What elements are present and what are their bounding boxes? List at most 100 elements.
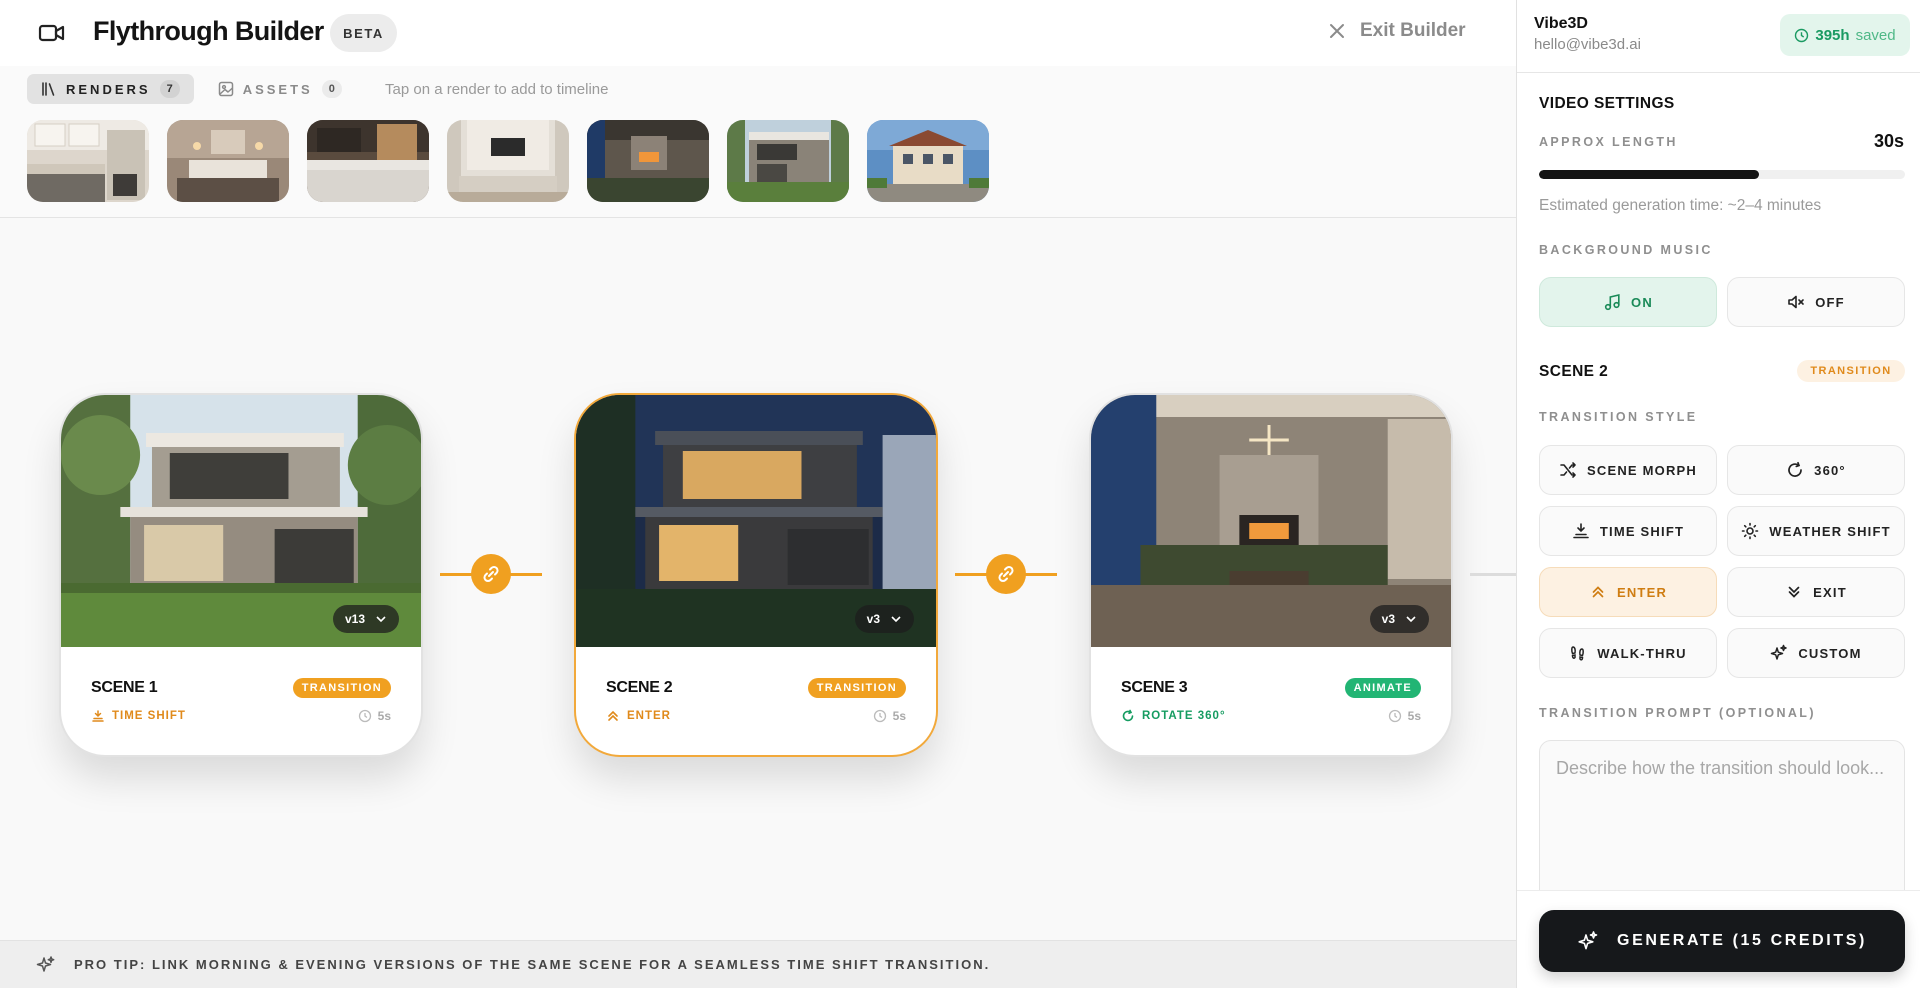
- approx-length-label: APPROX LENGTH: [1539, 135, 1678, 149]
- shuffle-icon: [1560, 462, 1576, 478]
- tab-renders-label: RENDERS: [66, 81, 151, 97]
- chevron-down-icon: [376, 616, 386, 623]
- video-settings-title: VIDEO SETTINGS: [1539, 95, 1675, 112]
- scene-effect: ENTER: [606, 709, 671, 723]
- version-dropdown[interactable]: v3: [854, 605, 914, 633]
- render-thumbnail-image: [447, 120, 569, 202]
- tab-assets-label: ASSETS: [242, 81, 313, 97]
- clock-icon: [873, 709, 886, 723]
- style-walk-thru-button[interactable]: WALK-THRU: [1539, 628, 1717, 678]
- beta-badge: BETA: [330, 14, 397, 52]
- link-scenes-2-3-button[interactable]: [986, 554, 1026, 594]
- scene-title: SCENE 2: [606, 679, 673, 696]
- style-custom-button[interactable]: CUSTOM: [1727, 628, 1905, 678]
- tab-renders[interactable]: RENDERS 7: [27, 74, 194, 104]
- app-title: Flythrough Builder: [93, 16, 324, 46]
- top-bar: Flythrough Builder BETA Exit Builder: [0, 0, 1516, 66]
- scene-effect: TIME SHIFT: [91, 709, 186, 723]
- link-icon: [998, 565, 1014, 583]
- scene-duration: 5s: [873, 709, 906, 723]
- scene-type-badge: ANIMATE: [1344, 678, 1421, 698]
- time-shift-icon: [1573, 523, 1589, 539]
- link-icon: [483, 565, 499, 583]
- style-label: CUSTOM: [1798, 645, 1862, 661]
- render-thumbnail-kitchen-island[interactable]: [307, 120, 429, 202]
- render-thumbnail-bedroom[interactable]: [167, 120, 289, 202]
- version-dropdown[interactable]: v3: [1369, 605, 1429, 633]
- render-thumbnail-image: [27, 120, 149, 202]
- sparkles-icon: [36, 955, 55, 972]
- scene-title: SCENE 1: [91, 679, 158, 696]
- video-camera-icon: [38, 24, 65, 42]
- divider: [1517, 72, 1920, 73]
- render-thumbnail-image: [307, 120, 429, 202]
- music-on-label: ON: [1631, 294, 1653, 310]
- style-label: ENTER: [1616, 584, 1668, 600]
- style-time-shift-button[interactable]: TIME SHIFT: [1539, 506, 1717, 556]
- style-enter-button[interactable]: ENTER: [1539, 567, 1717, 617]
- timeline-connector-next: [1470, 573, 1516, 576]
- scene-title: SCENE 3: [1121, 679, 1188, 696]
- tab-assets[interactable]: ASSETS 0: [204, 74, 356, 104]
- transition-prompt-input[interactable]: [1539, 740, 1905, 910]
- render-thumbnails: [27, 120, 989, 202]
- clock-icon: [1795, 28, 1809, 42]
- pro-tip-bar: PRO TIP: LINK MORNING & EVENING VERSIONS…: [0, 940, 1516, 988]
- exit-icon: [1788, 586, 1800, 598]
- style-label: EXIT: [1813, 584, 1847, 600]
- mute-icon: [1788, 295, 1805, 309]
- render-thumbnail-villa[interactable]: [867, 120, 989, 202]
- rotate-icon: [1788, 461, 1802, 477]
- sparkles-icon: [1578, 931, 1598, 950]
- scene-panel-title: SCENE 2: [1539, 363, 1609, 380]
- image-icon: [218, 81, 233, 97]
- transition-style-label: TRANSITION STYLE: [1539, 410, 1698, 424]
- style-exit-button[interactable]: EXIT: [1727, 567, 1905, 617]
- render-thumbnail-modern-house[interactable]: [727, 120, 849, 202]
- exit-builder-button[interactable]: Exit Builder: [1328, 20, 1466, 42]
- style-weather-shift-button[interactable]: WEATHER SHIFT: [1727, 506, 1905, 556]
- render-thumbnail-image: [587, 120, 709, 202]
- background-music-label: BACKGROUND MUSIC: [1539, 243, 1713, 257]
- scene-type-badge: TRANSITION: [292, 678, 391, 698]
- renders-count: 7: [159, 80, 180, 98]
- library-icon: [42, 82, 55, 96]
- link-scenes-1-2-button[interactable]: [471, 554, 511, 594]
- sun-icon: [1741, 522, 1759, 540]
- builder-main: Flythrough Builder BETA Exit Builder REN…: [0, 0, 1516, 988]
- music-off-button[interactable]: OFF: [1727, 277, 1905, 327]
- render-thumbnail-image: [727, 120, 849, 202]
- length-slider[interactable]: [1539, 170, 1905, 179]
- render-thumbnail-kitchen[interactable]: [27, 120, 149, 202]
- render-thumbnail-fireplace[interactable]: [587, 120, 709, 202]
- scene-effect-label: ROTATE 360°: [1142, 710, 1226, 722]
- time-saved-value: 395h: [1815, 26, 1850, 44]
- style-label: WEATHER SHIFT: [1769, 523, 1891, 539]
- version-label: v3: [1381, 612, 1395, 626]
- style-scene-morph-button[interactable]: SCENE MORPH: [1539, 445, 1717, 495]
- library-tabs: RENDERS 7 ASSETS 0: [27, 74, 356, 104]
- clock-icon: [1388, 709, 1401, 723]
- user-name: Vibe3D: [1534, 15, 1588, 32]
- scene-duration: 5s: [1388, 709, 1421, 723]
- sparkles-icon: [1771, 644, 1788, 660]
- pro-tip-text: PRO TIP: LINK MORNING & EVENING VERSIONS…: [74, 957, 991, 972]
- clock-icon: [358, 709, 371, 723]
- music-note-icon: [1604, 293, 1620, 311]
- style-360-button[interactable]: 360°: [1727, 445, 1905, 495]
- music-off-label: OFF: [1815, 294, 1845, 310]
- scene-card-2[interactable]: v3 SCENE 2 TRANSITION ENTER 5s: [574, 393, 938, 757]
- render-library: RENDERS 7 ASSETS 0 Tap on a render to ad…: [0, 66, 1516, 218]
- length-slider-fill: [1539, 170, 1759, 179]
- library-hint: Tap on a render to add to timeline: [385, 81, 609, 98]
- version-dropdown[interactable]: v13: [332, 605, 399, 633]
- enter-icon: [1592, 586, 1604, 598]
- scene-card-1[interactable]: v13 SCENE 1 TRANSITION TIME SHIFT 5s: [59, 393, 423, 757]
- settings-panel: Vibe3D hello@vibe3d.ai 395h saved VIDEO …: [1516, 0, 1920, 988]
- music-on-button[interactable]: ON: [1539, 277, 1717, 327]
- scene-panel-badge: TRANSITION: [1797, 360, 1905, 382]
- generate-button[interactable]: GENERATE (15 CREDITS): [1539, 910, 1905, 972]
- scene-card-3[interactable]: v3 SCENE 3 ANIMATE ROTATE 360° 5s: [1089, 393, 1453, 757]
- render-thumbnail-living-room[interactable]: [447, 120, 569, 202]
- style-label: WALK-THRU: [1597, 645, 1687, 661]
